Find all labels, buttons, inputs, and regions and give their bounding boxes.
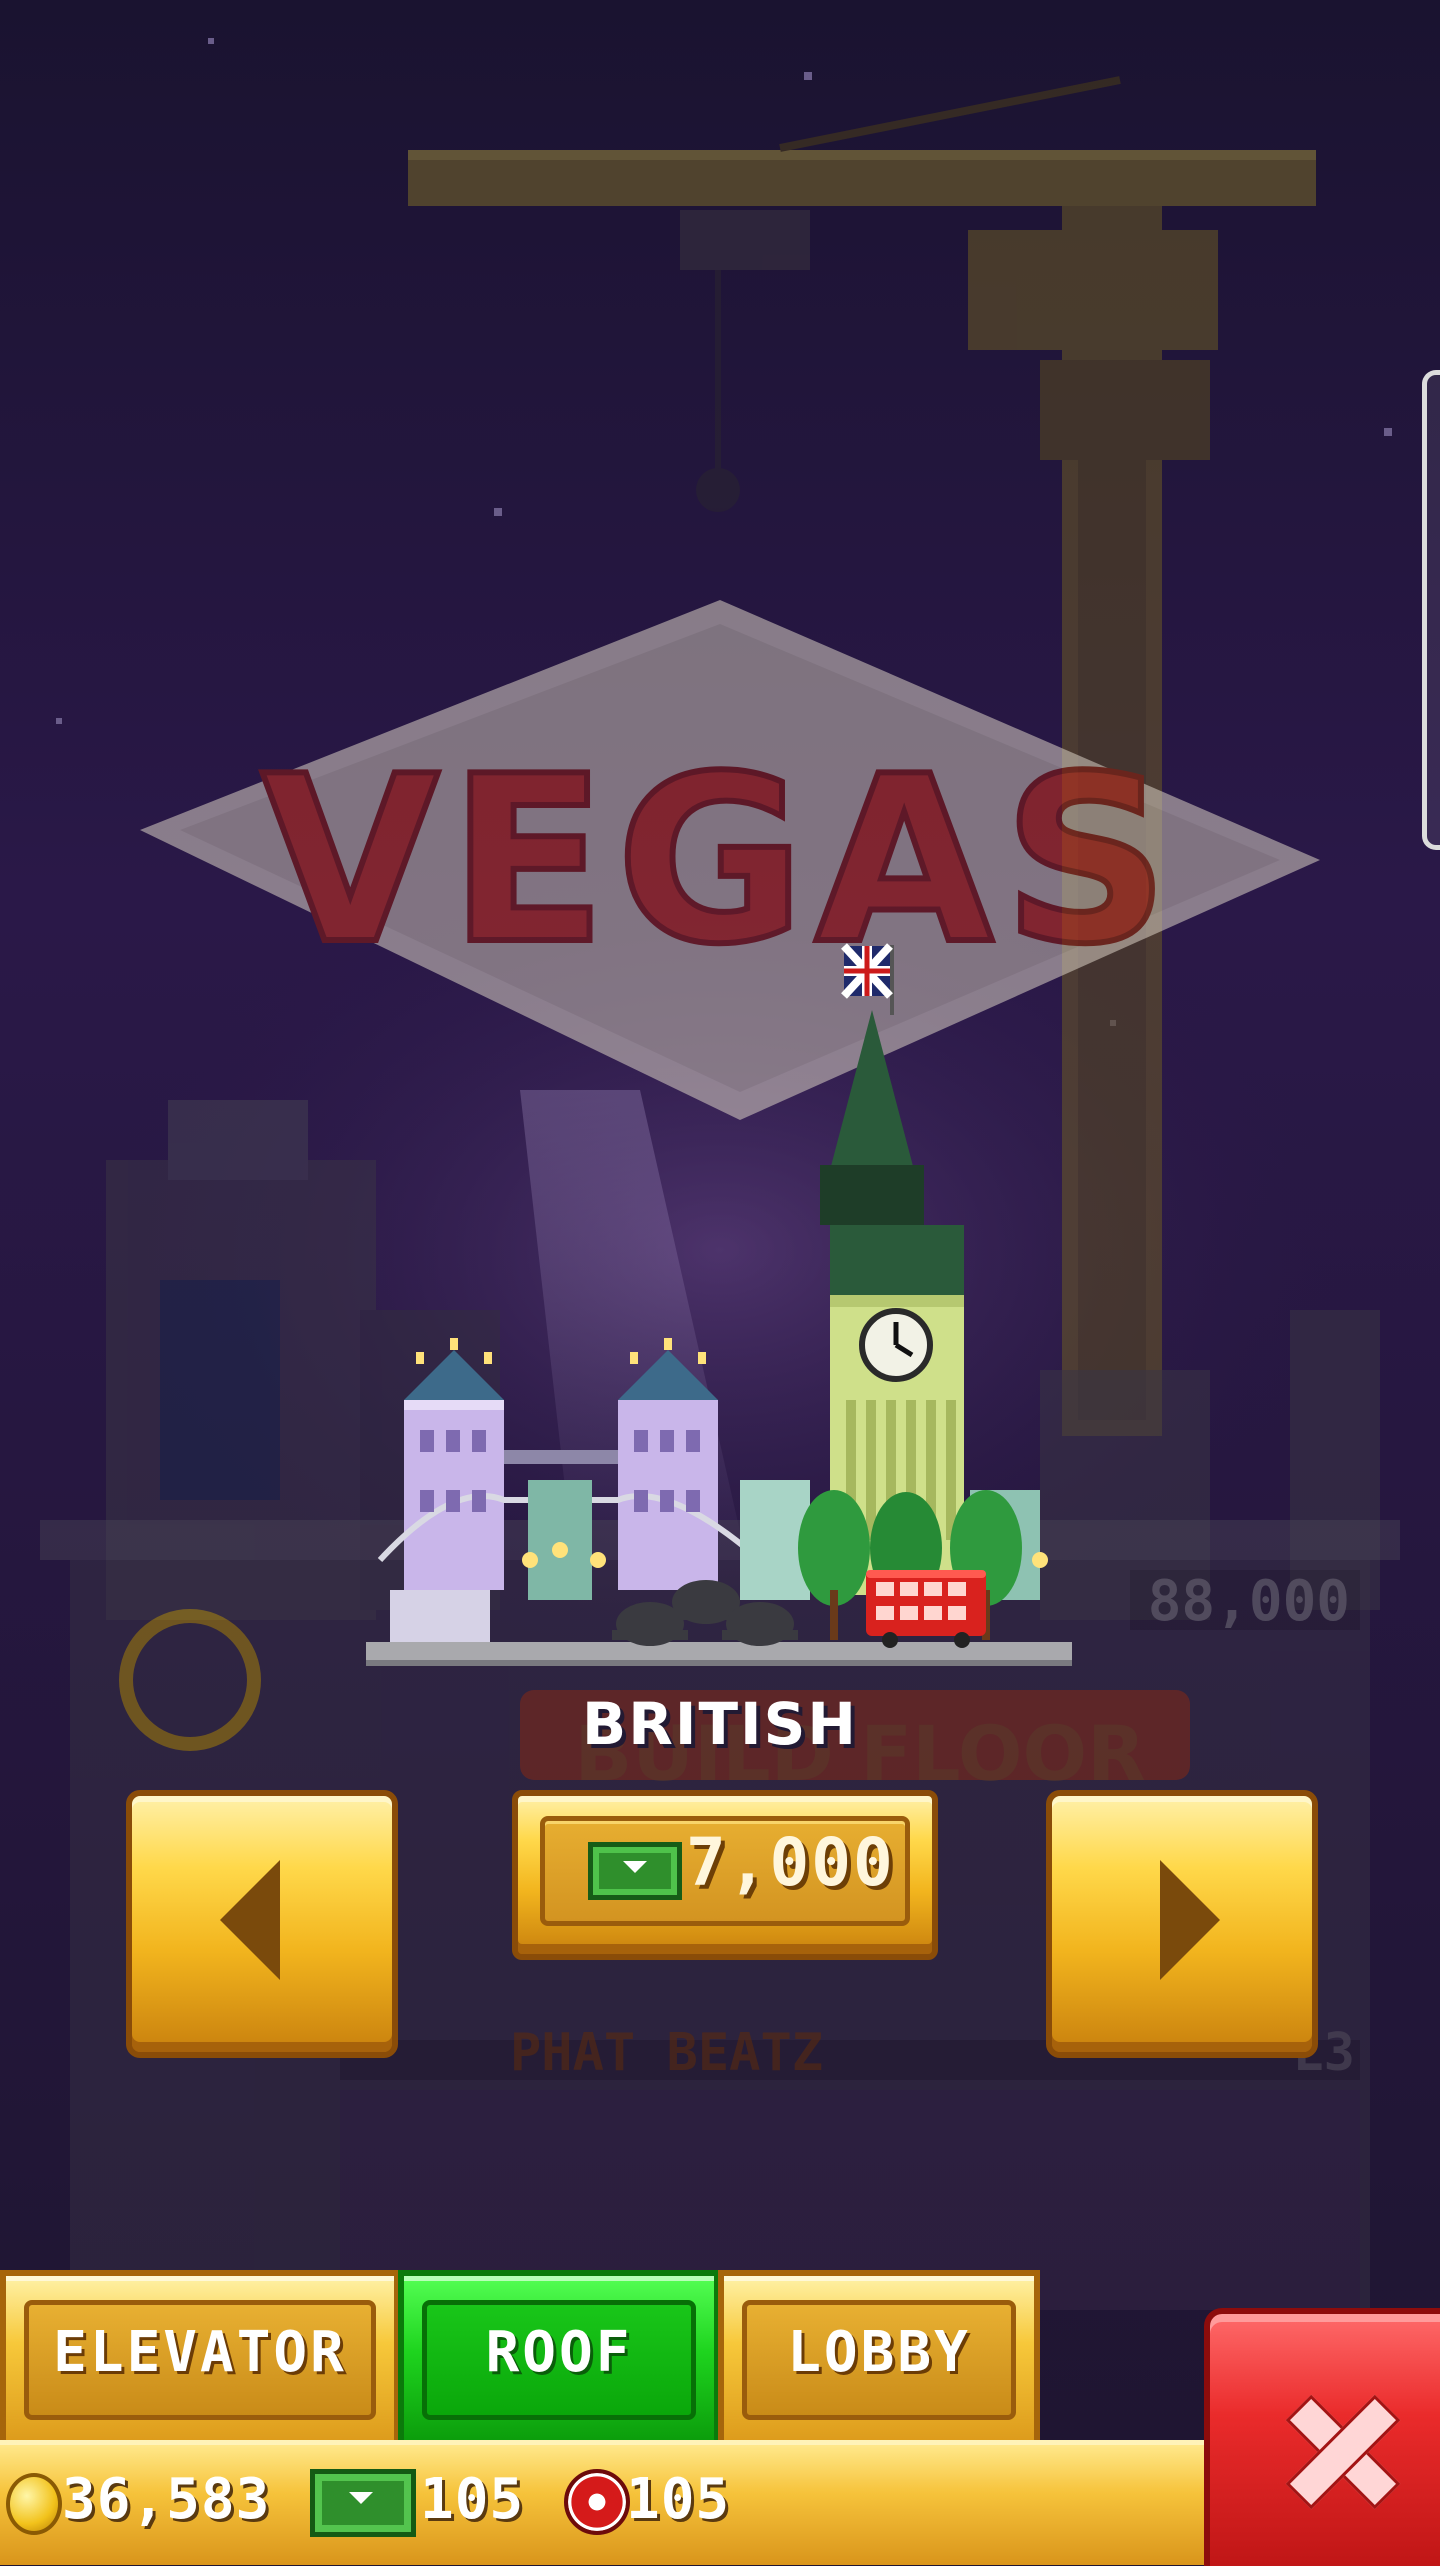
chips-count: 105 xyxy=(626,2467,731,2532)
bux-count: 105 xyxy=(420,2467,525,2532)
tower-bux-icon xyxy=(588,1842,682,1900)
previous-roof-button[interactable] xyxy=(126,1790,398,2058)
buy-roof-button[interactable]: 7,000 xyxy=(512,1790,938,1960)
currency-bar: 36,583 105 105 xyxy=(0,2440,1220,2565)
next-roof-button[interactable] xyxy=(1046,1790,1318,2058)
close-button[interactable] xyxy=(1204,2308,1440,2566)
build-category-tabs: ELEVATOR ROOF LOBBY xyxy=(0,2270,1040,2450)
tab-label-elevator: ELEVATOR xyxy=(53,2320,347,2385)
side-panel-handle[interactable] xyxy=(1422,370,1440,850)
vegas-sign-text: VEGAS xyxy=(261,728,1179,995)
roof-name-label: BRITISH xyxy=(582,1690,858,1758)
arrow-left-icon xyxy=(220,1860,280,1980)
tab-label-roof: ROOF xyxy=(485,2320,633,2385)
tab-roof[interactable]: ROOF xyxy=(398,2270,720,2450)
coin-icon xyxy=(6,2473,62,2535)
coins-count: 36,583 xyxy=(62,2467,271,2532)
behind-floor-price: 88,000 xyxy=(1148,1569,1350,1634)
casino-chip-icon xyxy=(564,2469,630,2535)
behind-floor-name: PHAT BEATZ xyxy=(510,2023,823,2083)
game-scene: VEGAS 88,000 BUILD FLOOR PHAT BEATZ L3 xyxy=(0,0,1440,2560)
tower-bux-icon xyxy=(310,2469,416,2537)
tab-label-lobby: LOBBY xyxy=(787,2320,971,2385)
arrow-right-icon xyxy=(1160,1860,1220,1980)
roof-price: 7,000 xyxy=(686,1824,895,1901)
tab-elevator[interactable]: ELEVATOR xyxy=(0,2270,400,2450)
tab-lobby[interactable]: LOBBY xyxy=(718,2270,1040,2450)
